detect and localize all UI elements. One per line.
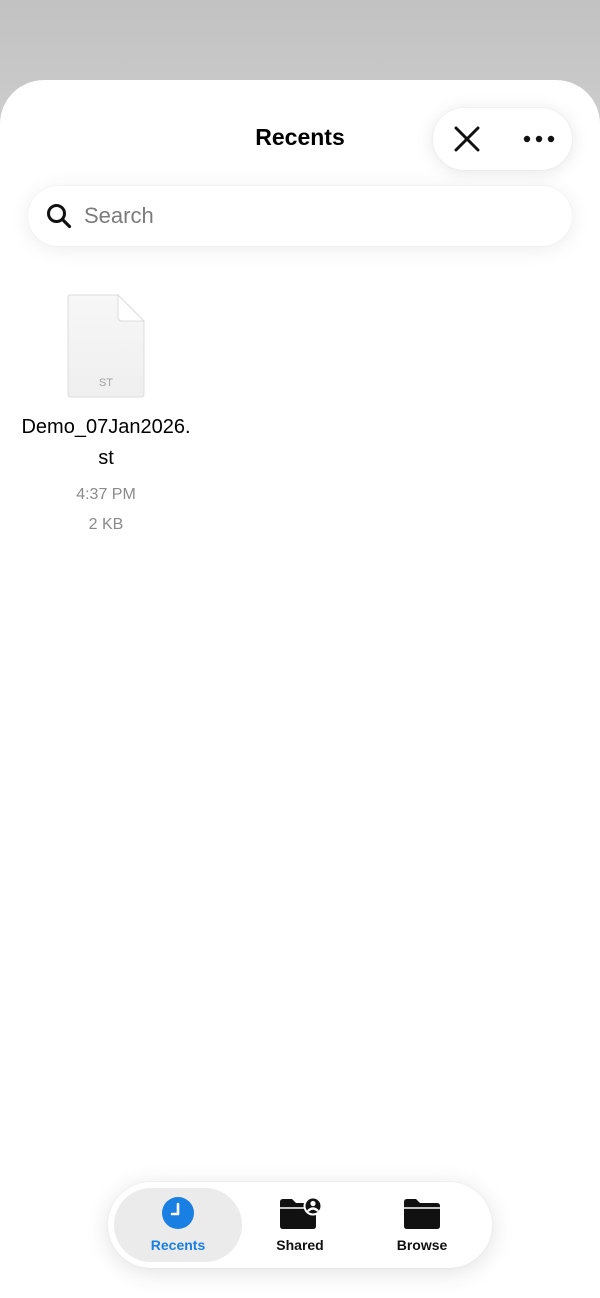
more-options-button[interactable] [519,119,559,159]
tab-label: Shared [276,1237,324,1253]
file-name: Demo_07Jan2026.st [21,416,191,469]
tab-bar: Recents Shared Browse [108,1182,492,1268]
shared-folder-icon [280,1196,323,1229]
tab-label: Browse [396,1237,448,1253]
file-size: 2 KB [88,516,124,533]
tab-shared[interactable]: Shared [236,1188,364,1262]
close-icon [454,126,480,152]
tab-browse[interactable]: Browse [358,1188,486,1262]
tab-label: Recents [150,1237,206,1253]
header-actions [433,108,572,170]
file-extension-label: ST [99,377,113,389]
file-browser-sheet: Recents Search ST Demo_07Jan2026.st 4:37… [0,80,600,1298]
ellipsis-icon [523,135,555,143]
search-icon [47,204,72,229]
clock-icon [162,1197,194,1229]
folder-icon [404,1199,440,1229]
tab-recents[interactable]: Recents [114,1188,242,1262]
document-icon: ST [67,294,146,398]
search-input[interactable] [84,196,544,236]
file-item[interactable]: ST Demo_07Jan2026.st 4:37 PM 2 KB [20,290,192,540]
close-button[interactable] [447,119,487,159]
search-bar [28,186,572,246]
file-time: 4:37 PM [76,486,136,503]
